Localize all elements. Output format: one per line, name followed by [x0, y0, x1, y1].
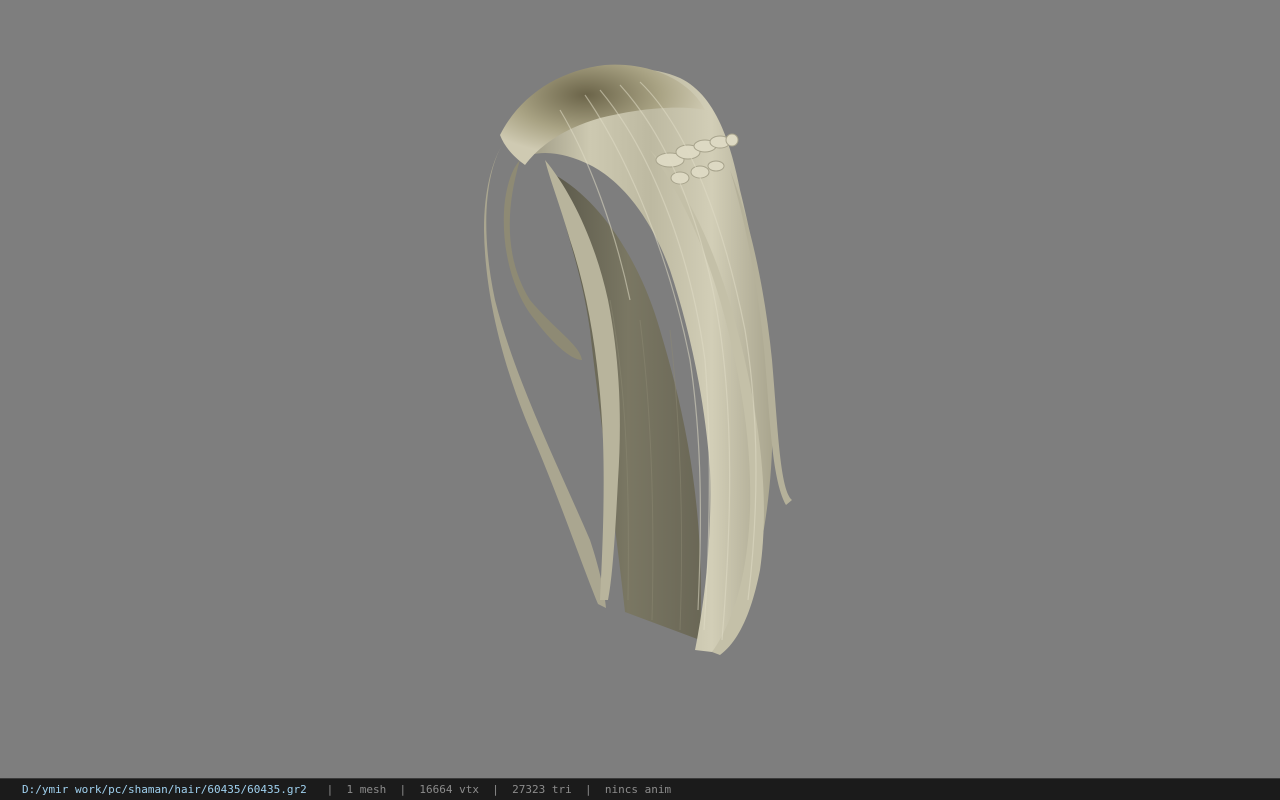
separator: | — [585, 783, 592, 796]
mesh-count: 1 mesh — [346, 783, 387, 796]
separator: | — [492, 783, 499, 796]
separator: | — [326, 783, 334, 796]
3d-viewport[interactable] — [0, 0, 1280, 778]
separator: | — [399, 783, 407, 796]
triangle-count: 27323 tri — [512, 783, 572, 796]
anim-status: nincs anim — [604, 783, 672, 796]
hair-mesh-icon[interactable] — [0, 0, 1280, 778]
vertex-count: 16664 vtx — [419, 783, 480, 796]
status-bar: D:/ymir work/pc/shaman/hair/60435/60435.… — [0, 778, 1280, 800]
file-path: D:/ymir work/pc/shaman/hair/60435/60435.… — [22, 783, 307, 796]
